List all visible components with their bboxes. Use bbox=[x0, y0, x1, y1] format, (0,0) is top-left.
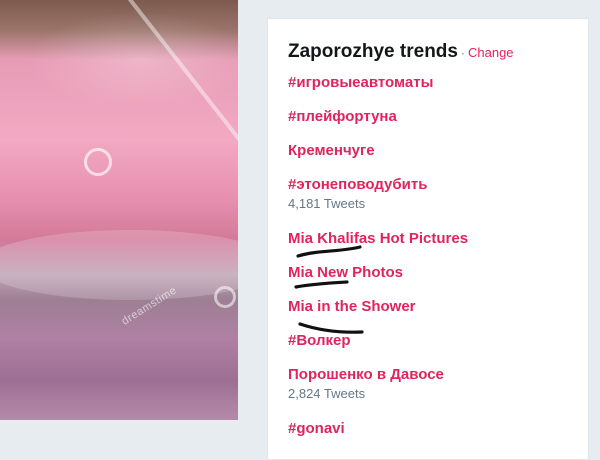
header-separator: · bbox=[460, 46, 465, 60]
trend-item[interactable]: Mia New Photos bbox=[288, 264, 403, 281]
trend-item[interactable]: Порошенко в Давосе 2,824 Tweets bbox=[288, 366, 444, 401]
trends-header: Zaporozhye trends · Change bbox=[288, 41, 514, 63]
background-photo: dreamstime bbox=[0, 0, 238, 420]
trend-name[interactable]: #игровыеавтоматы bbox=[288, 74, 433, 91]
change-location-link[interactable]: Change bbox=[468, 45, 514, 60]
photo-highlight bbox=[0, 230, 238, 300]
watermark-logo-icon bbox=[84, 148, 112, 176]
trend-item[interactable]: #этонеповодубить 4,181 Tweets bbox=[288, 176, 427, 211]
photo-fold-line bbox=[120, 0, 238, 164]
trends-title: Zaporozhye trends bbox=[288, 41, 458, 62]
trend-name[interactable]: #Волкер bbox=[288, 332, 351, 349]
trend-item[interactable]: Mia Khalifas Hot Pictures bbox=[288, 230, 468, 247]
trend-item[interactable]: Кременчуге bbox=[288, 142, 375, 159]
trend-item[interactable]: #gonavi bbox=[288, 420, 345, 437]
trend-name[interactable]: #этонеповодубить bbox=[288, 176, 427, 193]
trend-item[interactable]: #игровыеавтоматы bbox=[288, 74, 433, 91]
trend-name[interactable]: Mia in the Shower bbox=[288, 298, 416, 315]
trend-tweet-count: 2,824 Tweets bbox=[288, 386, 366, 401]
trend-item[interactable]: #Волкер bbox=[288, 332, 351, 349]
trend-item[interactable]: Mia in the Shower bbox=[288, 298, 416, 315]
trend-tweet-count: 4,181 Tweets bbox=[288, 196, 366, 211]
trend-name[interactable]: Кременчуге bbox=[288, 142, 375, 159]
trend-name[interactable]: Mia Khalifas Hot Pictures bbox=[288, 230, 468, 247]
trend-name[interactable]: Mia New Photos bbox=[288, 264, 403, 281]
watermark-logo-icon bbox=[214, 286, 236, 308]
trend-name[interactable]: Порошенко в Давосе bbox=[288, 366, 444, 383]
trend-name[interactable]: #gonavi bbox=[288, 420, 345, 437]
trend-name[interactable]: #плейфортуна bbox=[288, 108, 397, 125]
trend-item[interactable]: #плейфортуна bbox=[288, 108, 397, 125]
trends-panel: Zaporozhye trends · Change #игровыеавтомат… bbox=[267, 18, 589, 460]
